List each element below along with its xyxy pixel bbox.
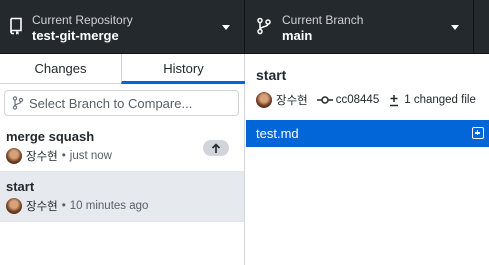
avatar (6, 148, 22, 164)
commit-author: 장수현 (26, 201, 58, 213)
files-changed-group: 1 changed file (388, 94, 476, 107)
commit-detail-meta: 장수현 cc08445 1 changed file (256, 91, 485, 109)
repository-label: Current Repository (32, 13, 133, 27)
toolbar: Current Repository test-git-merge Curren… (0, 0, 489, 54)
git-branch-icon (257, 17, 271, 35)
branch-name: main (282, 28, 313, 43)
file-name: test.md (256, 126, 299, 141)
current-branch-button[interactable]: Current Branch main (245, 0, 474, 53)
avatar (6, 198, 22, 214)
compare-branch-input[interactable] (29, 95, 229, 111)
commit-meta: 장수현 • 10 minutes ago (6, 197, 148, 215)
tab-changes[interactable]: Changes (0, 54, 121, 84)
separator-dot: • (61, 150, 66, 162)
git-commit-icon (316, 96, 333, 104)
commit-title: start (6, 179, 35, 194)
sidebar: Changes History merge squash 장수현 • just … (0, 54, 245, 265)
file-added-icon (472, 127, 484, 139)
tab-history[interactable]: History (121, 54, 245, 84)
chevron-down-icon (222, 25, 230, 30)
commit-list: merge squash 장수현 • just now start 장수현 • … (0, 122, 244, 222)
commit-title: merge squash (6, 129, 95, 144)
diff-icon (390, 94, 399, 106)
files-changed-count: 1 changed file (404, 94, 476, 106)
commit-time: 10 minutes ago (69, 200, 149, 212)
commit-sha: cc08445 (335, 94, 380, 106)
commit-meta: 장수현 • just now (6, 147, 112, 165)
changed-file-row[interactable]: test.md (246, 120, 489, 147)
chevron-down-icon (451, 25, 459, 30)
commit-sha-group[interactable]: cc08445 (316, 94, 380, 106)
sidebar-tabs: Changes History (0, 54, 245, 84)
unpushed-indicator[interactable] (203, 140, 229, 156)
arrow-up-icon (211, 142, 221, 153)
commit-list-item[interactable]: merge squash 장수현 • just now (0, 122, 244, 172)
separator-dot: • (61, 200, 66, 212)
current-repository-button[interactable]: Current Repository test-git-merge (0, 0, 245, 53)
compare-branch-box[interactable] (4, 90, 239, 116)
git-branch-icon (12, 96, 24, 110)
commit-detail: start 장수현 cc08445 1 changed file test.md (246, 54, 489, 265)
branch-label: Current Branch (282, 13, 364, 27)
repository-name: test-git-merge (32, 28, 119, 43)
commit-author: 장수현 (26, 151, 58, 163)
commit-summary: start (256, 67, 287, 83)
commit-list-item[interactable]: start 장수현 • 10 minutes ago (0, 172, 244, 222)
commit-time: just now (69, 150, 112, 162)
commit-author-group: 장수현 (256, 92, 308, 108)
avatar (256, 92, 272, 108)
repo-icon (10, 17, 22, 35)
commit-author: 장수현 (276, 95, 308, 107)
